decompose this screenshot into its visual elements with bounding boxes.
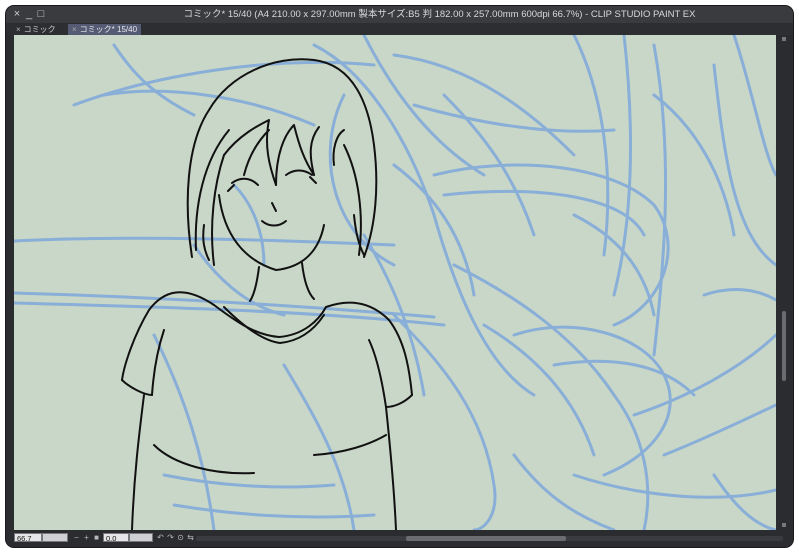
tab-comic-15-40[interactable]: × コミック* 15/40 <box>68 24 142 35</box>
rotation-field[interactable]: 0.0 <box>103 533 129 543</box>
title-bar: × _ □ コミック* 15/40 (A4 210.00 x 297.00mm … <box>6 6 793 23</box>
zoom-field[interactable]: 66.7 <box>14 533 42 543</box>
maximize-window-icon[interactable]: □ <box>36 7 46 22</box>
reset-rotation-icon[interactable]: ⊙ <box>176 532 185 543</box>
zoom-dropdown[interactable] <box>42 533 68 542</box>
document-tab-bar: × コミック × コミック* 15/40 <box>6 23 793 35</box>
rotate-right-icon[interactable]: ↷ <box>166 532 175 543</box>
scroll-down-icon[interactable] <box>782 523 786 527</box>
vertical-scroll-thumb[interactable] <box>782 311 786 381</box>
horizontal-scrollbar[interactable] <box>196 536 783 541</box>
sketch-artwork <box>14 35 776 530</box>
app-window: × _ □ コミック* 15/40 (A4 210.00 x 297.00mm … <box>6 6 793 547</box>
window-title: コミック* 15/40 (A4 210.00 x 297.00mm 製本サイズ:… <box>183 9 696 20</box>
status-bar: 66.7 − + ■ 0.0 ↶ ↷ ⊙ ⇆ <box>6 530 793 547</box>
horizontal-scroll-thumb[interactable] <box>406 536 566 541</box>
rotate-left-icon[interactable]: ↶ <box>156 532 165 543</box>
close-window-icon[interactable]: × <box>12 7 22 22</box>
zoom-in-icon[interactable]: + <box>82 532 91 543</box>
rotation-dropdown[interactable] <box>129 533 153 542</box>
tab-close-icon[interactable]: × <box>72 25 77 34</box>
scroll-up-icon[interactable] <box>782 37 786 41</box>
fit-icon[interactable]: ■ <box>92 532 101 543</box>
rough-sketch-layer <box>14 35 776 530</box>
zoom-out-icon[interactable]: − <box>72 532 81 543</box>
minimize-window-icon[interactable]: _ <box>24 7 34 22</box>
tab-close-icon[interactable]: × <box>16 25 21 34</box>
vertical-scrollbar[interactable] <box>776 35 793 530</box>
drawing-canvas[interactable] <box>14 35 776 530</box>
tab-comic[interactable]: × コミック <box>12 24 60 35</box>
lineart-layer <box>121 58 413 530</box>
flip-horizontal-icon[interactable]: ⇆ <box>186 532 195 543</box>
tab-label: コミック <box>23 25 56 34</box>
tab-label: コミック* 15/40 <box>79 25 138 34</box>
